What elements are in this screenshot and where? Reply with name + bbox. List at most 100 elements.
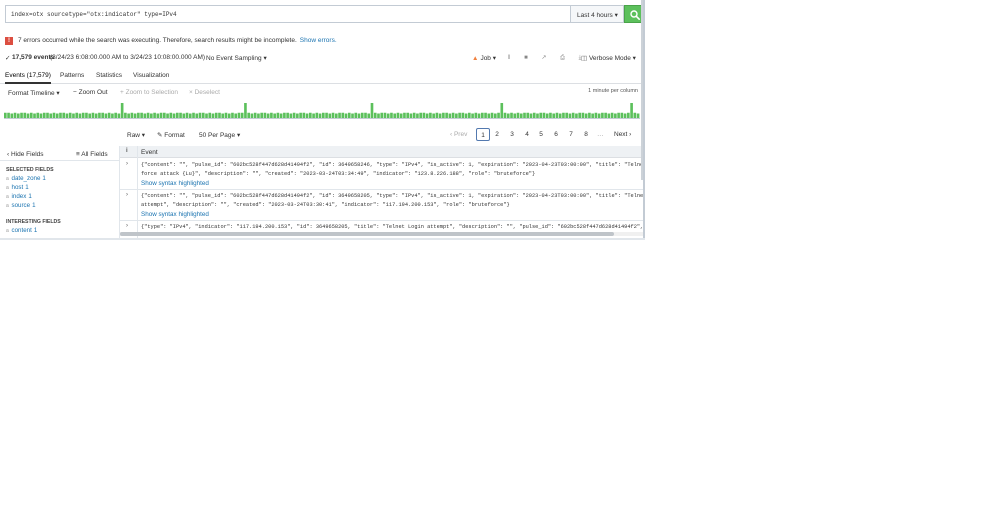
timeline-bar[interactable] <box>182 113 186 119</box>
timeline-bar[interactable] <box>399 113 403 119</box>
timeline-bar[interactable] <box>153 112 156 118</box>
field-date-zone[interactable]: a date_zone 1 <box>6 175 46 182</box>
timeline-bar[interactable] <box>221 113 225 119</box>
timeline-bar[interactable] <box>396 112 400 118</box>
time-range-picker[interactable]: Last 4 hours ▾ <box>570 5 624 23</box>
timeline-bar[interactable] <box>523 112 526 118</box>
timeline-bar[interactable] <box>461 112 465 118</box>
timeline-bar[interactable] <box>406 112 410 118</box>
timeline-bar[interactable] <box>276 112 280 118</box>
expand-chevron-icon[interactable]: › <box>126 192 128 198</box>
timeline-bar[interactable] <box>94 113 98 119</box>
timeline-bar[interactable] <box>351 113 354 119</box>
timeline-bar[interactable] <box>234 113 238 119</box>
timeline-bar[interactable] <box>429 112 432 118</box>
timeline-bar[interactable] <box>464 113 468 119</box>
timeline-bar[interactable] <box>224 112 228 118</box>
timeline-bar[interactable] <box>445 112 448 118</box>
timeline-bar[interactable] <box>231 112 234 118</box>
timeline-bar[interactable] <box>117 113 121 119</box>
timeline-bar[interactable] <box>240 112 244 118</box>
timeline-bar[interactable] <box>257 113 260 119</box>
timeline-bar[interactable] <box>88 113 92 119</box>
timeline-bar[interactable] <box>438 113 442 119</box>
timeline-bar[interactable] <box>432 113 435 119</box>
timeline-bar[interactable] <box>364 112 367 118</box>
timeline-bar[interactable] <box>101 112 104 118</box>
timeline-bar[interactable] <box>623 113 627 119</box>
timeline-bar[interactable] <box>7 112 10 118</box>
timeline-bar[interactable] <box>604 112 607 118</box>
timeline-bar[interactable] <box>198 112 202 118</box>
job-control-icons[interactable]: ‖ ■ ↗ ⎙ ⤓ <box>508 54 587 62</box>
timeline-bar[interactable] <box>542 112 546 118</box>
timeline-bar[interactable] <box>29 112 33 118</box>
timeline-bar[interactable] <box>393 113 397 119</box>
timeline-bar[interactable] <box>253 112 257 118</box>
timeline-bar[interactable] <box>305 113 309 119</box>
timeline-bar[interactable] <box>286 112 289 118</box>
timeline-bar[interactable] <box>270 112 273 118</box>
timeline-bar[interactable] <box>347 112 351 118</box>
list-view-dropdown[interactable]: Raw ▾ <box>127 131 145 139</box>
timeline-bar[interactable] <box>114 112 117 118</box>
timeline-bar[interactable] <box>617 112 620 118</box>
timeline-bar[interactable] <box>315 112 319 118</box>
timeline-bar[interactable] <box>412 112 416 118</box>
timeline-bar[interactable] <box>143 113 147 119</box>
zoom-to-selection-button[interactable]: + Zoom to Selection <box>120 89 178 96</box>
timeline-chart[interactable] <box>4 102 640 119</box>
timeline-bar[interactable] <box>354 112 358 118</box>
timeline-bar[interactable] <box>283 112 286 118</box>
timeline-bar[interactable] <box>497 112 500 118</box>
timeline-bar[interactable] <box>601 112 604 118</box>
timeline-bar[interactable] <box>591 113 594 119</box>
timeline-bar[interactable] <box>42 112 46 118</box>
timeline-bar[interactable] <box>377 113 380 119</box>
timeline-bar[interactable] <box>296 113 299 119</box>
timeline-bar[interactable] <box>211 113 215 119</box>
timeline-bar[interactable] <box>133 113 137 119</box>
timeline-bar[interactable] <box>516 112 520 118</box>
timeline-bar[interactable] <box>422 112 426 118</box>
timeline-bar[interactable] <box>68 112 72 118</box>
timeline-bar[interactable] <box>208 112 212 118</box>
field-source[interactable]: a source 1 <box>6 202 36 209</box>
timeline-bar[interactable] <box>107 112 111 118</box>
timeline-bar[interactable] <box>159 112 163 118</box>
timeline-bar[interactable] <box>312 113 315 119</box>
timeline-bar[interactable] <box>552 113 556 119</box>
hide-fields-button[interactable]: ‹ Hide Fields <box>7 151 44 158</box>
timeline-bar[interactable] <box>506 113 510 119</box>
timeline-bar[interactable] <box>273 113 276 119</box>
timeline-bar[interactable] <box>78 113 82 119</box>
timeline-bar[interactable] <box>195 113 199 119</box>
timeline-bar[interactable] <box>244 103 247 118</box>
timeline-bar[interactable] <box>137 112 140 118</box>
expand-chevron-icon[interactable]: › <box>126 161 128 167</box>
timeline-bar[interactable] <box>237 112 241 118</box>
field-index[interactable]: a index 1 <box>6 193 32 200</box>
timeline-bar[interactable] <box>192 112 195 118</box>
page-6[interactable]: 6 <box>549 128 563 141</box>
timeline-bar[interactable] <box>20 112 23 118</box>
timeline-bar[interactable] <box>471 113 474 119</box>
timeline-bar[interactable] <box>620 112 624 118</box>
timeline-bar[interactable] <box>250 113 254 119</box>
zoom-out-button[interactable]: − Zoom Out <box>73 89 108 96</box>
timeline-bar[interactable] <box>23 112 27 118</box>
timeline-bar[interactable] <box>214 112 218 118</box>
timeline-bar[interactable] <box>302 112 306 118</box>
timeline-bar[interactable] <box>555 112 559 118</box>
timeline-bar[interactable] <box>493 113 497 119</box>
timeline-bar[interactable] <box>558 113 562 119</box>
page-1[interactable]: 1 <box>476 128 490 141</box>
show-syntax-highlighted-link[interactable]: Show syntax highlighted <box>141 179 644 188</box>
timeline-bar[interactable] <box>322 112 325 118</box>
timeline-bar[interactable] <box>458 112 461 118</box>
timeline-bar[interactable] <box>532 112 536 118</box>
timeline-bar[interactable] <box>289 113 293 119</box>
timeline-bar[interactable] <box>120 103 124 118</box>
timeline-bar[interactable] <box>81 112 85 118</box>
timeline-bar[interactable] <box>360 112 364 118</box>
